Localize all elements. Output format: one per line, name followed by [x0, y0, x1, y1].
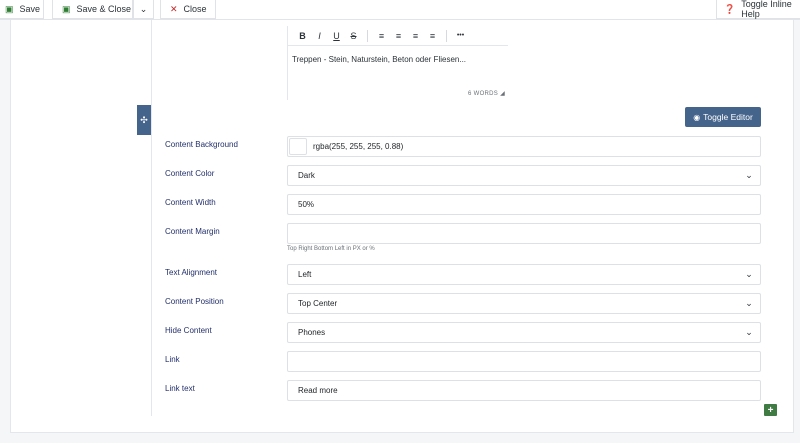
- help-label: Toggle Inline Help: [741, 0, 792, 19]
- link-text-input[interactable]: Read more: [287, 380, 761, 401]
- save-options-dropdown[interactable]: ⌄: [133, 0, 154, 19]
- question-icon: ❓: [724, 3, 736, 14]
- divider: [151, 20, 152, 416]
- align-justify-icon[interactable]: ≡: [424, 31, 441, 41]
- save-icon: ▣: [62, 3, 71, 14]
- content-position-value: Top Center: [298, 299, 338, 308]
- align-left-icon[interactable]: ≡: [373, 31, 390, 41]
- eye-icon: ◉: [693, 112, 701, 122]
- add-item-button[interactable]: +: [764, 404, 777, 416]
- align-right-icon[interactable]: ≡: [407, 31, 424, 41]
- align-center-icon[interactable]: ≡: [390, 31, 407, 41]
- close-label: Close: [183, 4, 207, 14]
- editor-content[interactable]: Treppen - Stein, Naturstein, Beton oder …: [292, 55, 466, 64]
- link-text-value: Read more: [298, 386, 338, 395]
- close-icon: ✕: [170, 3, 178, 14]
- move-handle[interactable]: ✣: [137, 105, 151, 135]
- move-icon: ✣: [140, 114, 148, 125]
- content-width-label: Content Width: [165, 198, 216, 207]
- text-alignment-select[interactable]: Left ⌄: [287, 264, 761, 285]
- hide-content-value: Phones: [298, 328, 326, 337]
- text-alignment-value: Left: [298, 270, 312, 279]
- chevron-down-icon: ⌄: [139, 3, 148, 14]
- hide-content-select[interactable]: Phones ⌄: [287, 322, 761, 343]
- content-margin-hint: Top Right Bottom Left in PX or %: [287, 246, 375, 252]
- link-label: Link: [165, 355, 180, 364]
- editor-toolbar: B I U S ≡ ≡ ≡ ≡ •••: [288, 26, 508, 46]
- italic-button[interactable]: I: [311, 31, 328, 41]
- content-background-input[interactable]: rgba(255, 255, 255, 0.88): [287, 136, 761, 157]
- content-width-input[interactable]: 50%: [287, 194, 761, 215]
- save-icon: ▣: [5, 3, 14, 14]
- save-close-label: Save & Close: [76, 4, 132, 14]
- content-position-select[interactable]: Top Center ⌄: [287, 293, 761, 314]
- toolbar-divider: [446, 29, 447, 42]
- toggle-editor-button[interactable]: ◉ Toggle Editor: [685, 107, 761, 127]
- save-button[interactable]: ▣ Save: [0, 0, 44, 19]
- underline-button[interactable]: U: [328, 31, 345, 41]
- chevron-down-icon: ⌄: [745, 170, 753, 180]
- more-icon[interactable]: •••: [452, 32, 469, 39]
- hide-content-label: Hide Content: [165, 326, 212, 335]
- chevron-down-icon: ⌄: [745, 269, 753, 279]
- content-color-value: Dark: [298, 171, 315, 180]
- toggle-editor-label: Toggle Editor: [703, 112, 753, 122]
- content-background-label: Content Background: [165, 140, 238, 149]
- content-width-value: 50%: [298, 200, 315, 209]
- word-count: 6 WORDS ◢: [468, 91, 505, 97]
- text-alignment-label: Text Alignment: [165, 268, 218, 277]
- color-swatch[interactable]: [289, 138, 307, 155]
- toolbar: ▣ Save ▣ Save & Close ⌄ ✕ Close ❓ Toggle…: [0, 0, 800, 20]
- content-color-select[interactable]: Dark ⌄: [287, 165, 761, 186]
- content-margin-input[interactable]: [287, 223, 761, 244]
- toolbar-divider: [367, 29, 368, 42]
- plus-icon: +: [767, 404, 774, 416]
- content-position-label: Content Position: [165, 297, 224, 306]
- link-input[interactable]: [287, 351, 761, 372]
- text-editor[interactable]: B I U S ≡ ≡ ≡ ≡ ••• Treppen - Stein, Nat…: [287, 26, 508, 100]
- content-margin-label: Content Margin: [165, 227, 220, 236]
- toggle-inline-help-button[interactable]: ❓ Toggle Inline Help: [716, 0, 800, 19]
- link-text-label: Link text: [165, 384, 195, 393]
- close-button[interactable]: ✕ Close: [160, 0, 216, 19]
- content-color-label: Content Color: [165, 169, 215, 178]
- save-close-button[interactable]: ▣ Save & Close: [52, 0, 133, 19]
- chevron-down-icon: ⌄: [745, 327, 753, 337]
- save-label: Save: [19, 4, 41, 14]
- strikethrough-button[interactable]: S: [345, 31, 362, 41]
- content-background-value: rgba(255, 255, 255, 0.88): [313, 142, 404, 151]
- chevron-down-icon: ⌄: [745, 298, 753, 308]
- bold-button[interactable]: B: [294, 31, 311, 41]
